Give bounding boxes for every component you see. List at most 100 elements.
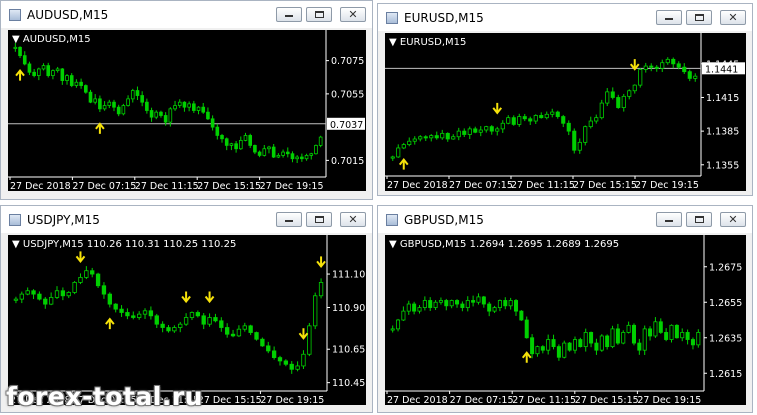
price-chart[interactable]: 0.7075 0.7055 0.7015 27 Dec 2018 27 Dec 07:1… bbox=[8, 30, 366, 191]
candle-body bbox=[434, 135, 439, 139]
candle-body bbox=[660, 62, 665, 69]
close-button[interactable]: ✕ bbox=[340, 7, 366, 22]
maximize-button[interactable] bbox=[306, 7, 332, 22]
candle-body bbox=[90, 270, 95, 275]
price-chart[interactable]: 1.26751.26551.26351.261527 Dec 2018 27 De… bbox=[385, 235, 746, 405]
candle-body bbox=[248, 135, 253, 146]
window-titlebar[interactable]: USDJPY,M15 ✕ bbox=[1, 206, 372, 233]
candle-body bbox=[201, 106, 206, 113]
candle-body bbox=[637, 342, 642, 351]
chart-window-icon bbox=[386, 214, 398, 226]
candle-body bbox=[556, 346, 561, 358]
chart-window-eurusd[interactable]: EURUSD,M15 ✕ 1.14451.14151.13851.135527 … bbox=[377, 3, 753, 196]
candle-body bbox=[51, 70, 55, 76]
chart-plot-area[interactable]: 1.14451.14151.13851.135527 Dec 201827 De… bbox=[385, 33, 746, 191]
candle-body bbox=[610, 328, 615, 348]
candle-body bbox=[207, 317, 212, 325]
chart-plot-area[interactable]: 0.7075 0.7055 0.7015 27 Dec 2018 27 Dec 07:1… bbox=[8, 30, 366, 191]
candle-body bbox=[473, 128, 478, 133]
candle-body bbox=[643, 65, 648, 70]
candle-body bbox=[653, 321, 658, 337]
maximize-button[interactable] bbox=[686, 10, 712, 25]
candle-body bbox=[471, 300, 476, 303]
candle-body bbox=[236, 328, 242, 337]
candle-body bbox=[18, 46, 22, 57]
current-price-label: 0.7037 bbox=[330, 120, 363, 131]
close-button[interactable]: ✕ bbox=[720, 10, 746, 25]
window-titlebar[interactable]: EURUSD,M15 ✕ bbox=[378, 4, 752, 31]
minimize-button[interactable] bbox=[276, 212, 302, 227]
candle-body bbox=[148, 310, 154, 317]
candle-body bbox=[72, 282, 77, 293]
price-tick-label: 1.2675 bbox=[709, 262, 742, 273]
candle-body bbox=[484, 126, 489, 131]
candle-body bbox=[567, 342, 572, 351]
sell-arrow-icon bbox=[492, 102, 503, 115]
window-title: EURUSD,M15 bbox=[404, 11, 484, 25]
time-tick-label: 27 Dec 07:15 bbox=[450, 395, 514, 405]
candle-body bbox=[213, 317, 218, 322]
time-tick-label: 27 Dec 19:15 bbox=[637, 395, 701, 405]
candle-body bbox=[195, 312, 200, 317]
close-button[interactable]: ✕ bbox=[720, 212, 746, 227]
time-tick-label: 27 Dec 19:15 bbox=[635, 180, 699, 191]
candle-body bbox=[626, 324, 631, 333]
candle-body bbox=[13, 298, 19, 301]
window-title: GBPUSD,M15 bbox=[404, 213, 484, 227]
candle-body bbox=[37, 68, 41, 76]
close-button[interactable]: ✕ bbox=[340, 212, 366, 227]
candle-body bbox=[136, 313, 142, 318]
candle-body bbox=[84, 270, 89, 278]
candle-body bbox=[682, 66, 687, 73]
price-tick-label: 110.90 bbox=[332, 303, 365, 314]
chart-plot-area[interactable]: 111.10 110.90 110.65 110.45 27 Dec 2018 27 De… bbox=[8, 235, 366, 405]
candle-body bbox=[257, 151, 262, 156]
time-tick-label: 27 Dec 19:15 bbox=[260, 395, 324, 405]
candle-body bbox=[121, 105, 126, 115]
candle-body bbox=[135, 90, 140, 96]
price-tick-label: 1.1385 bbox=[706, 127, 739, 138]
time-tick-label: 27 Dec 11:15 bbox=[511, 180, 575, 191]
maximize-button[interactable] bbox=[686, 212, 712, 227]
candle-body bbox=[262, 148, 267, 156]
candle-body bbox=[243, 135, 248, 141]
candle-body bbox=[462, 130, 467, 135]
maximize-button[interactable] bbox=[306, 212, 332, 227]
candle-body bbox=[182, 101, 187, 108]
window-titlebar[interactable]: AUDUSD,M15 ✕ bbox=[1, 1, 372, 28]
candle-body bbox=[451, 136, 456, 140]
chart-window-gbpusd[interactable]: GBPUSD,M15 ✕ 1.2675 1.2655 1.2635 1.2615 27 … bbox=[377, 205, 753, 413]
window-titlebar[interactable]: GBPUSD,M15 ✕ bbox=[378, 206, 752, 233]
candle-body bbox=[119, 308, 124, 313]
minimize-button[interactable] bbox=[276, 7, 302, 22]
candle-body bbox=[32, 71, 36, 76]
candle-body bbox=[220, 135, 224, 140]
minimize-button[interactable] bbox=[656, 10, 682, 25]
candle-body bbox=[583, 332, 588, 348]
minimize-button[interactable] bbox=[656, 212, 682, 227]
candle-body bbox=[519, 310, 524, 321]
candle-body bbox=[487, 303, 492, 312]
candle-body bbox=[19, 293, 24, 300]
chart-window-audusd[interactable]: AUDUSD,M15 ✕ 0.7075 0.7055 0.7015 27 Dec 20… bbox=[0, 0, 373, 200]
candle-body bbox=[160, 323, 165, 328]
candle-body bbox=[658, 321, 663, 333]
candle-body bbox=[530, 337, 535, 355]
symbol-text: USDJPY,M15 110.26 110.31 110.25 110.25 bbox=[22, 239, 237, 250]
time-tick-label: 27 Dec 15:15 bbox=[198, 395, 262, 405]
candle-body bbox=[290, 153, 295, 160]
candle-body bbox=[513, 300, 519, 312]
candle-body bbox=[577, 141, 582, 151]
candle-body bbox=[149, 110, 154, 118]
candle-body bbox=[318, 136, 323, 146]
candle-body bbox=[234, 143, 238, 150]
sell-arrow-icon bbox=[204, 291, 215, 304]
candle-body bbox=[140, 95, 144, 103]
candle-body bbox=[242, 325, 247, 330]
candle-body bbox=[131, 315, 136, 318]
candle-body bbox=[540, 346, 545, 351]
price-chart[interactable]: 1.14451.14151.13851.135527 Dec 201827 De… bbox=[385, 33, 746, 191]
maximize-icon bbox=[315, 11, 324, 18]
price-chart[interactable]: 111.10110.90110.65110.4527 Dec 2018 27 De… bbox=[8, 235, 366, 405]
chart-plot-area[interactable]: 1.2675 1.2655 1.2635 1.2615 27 Dec 2018 27 De… bbox=[385, 235, 746, 405]
